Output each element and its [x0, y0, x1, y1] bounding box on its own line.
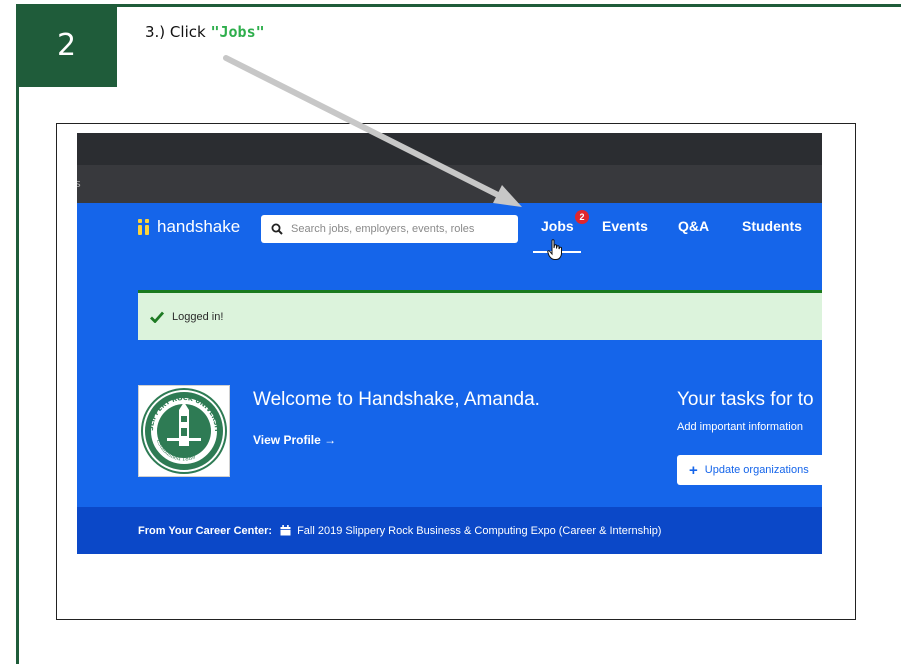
pointer-arrow-annotation — [223, 55, 522, 207]
